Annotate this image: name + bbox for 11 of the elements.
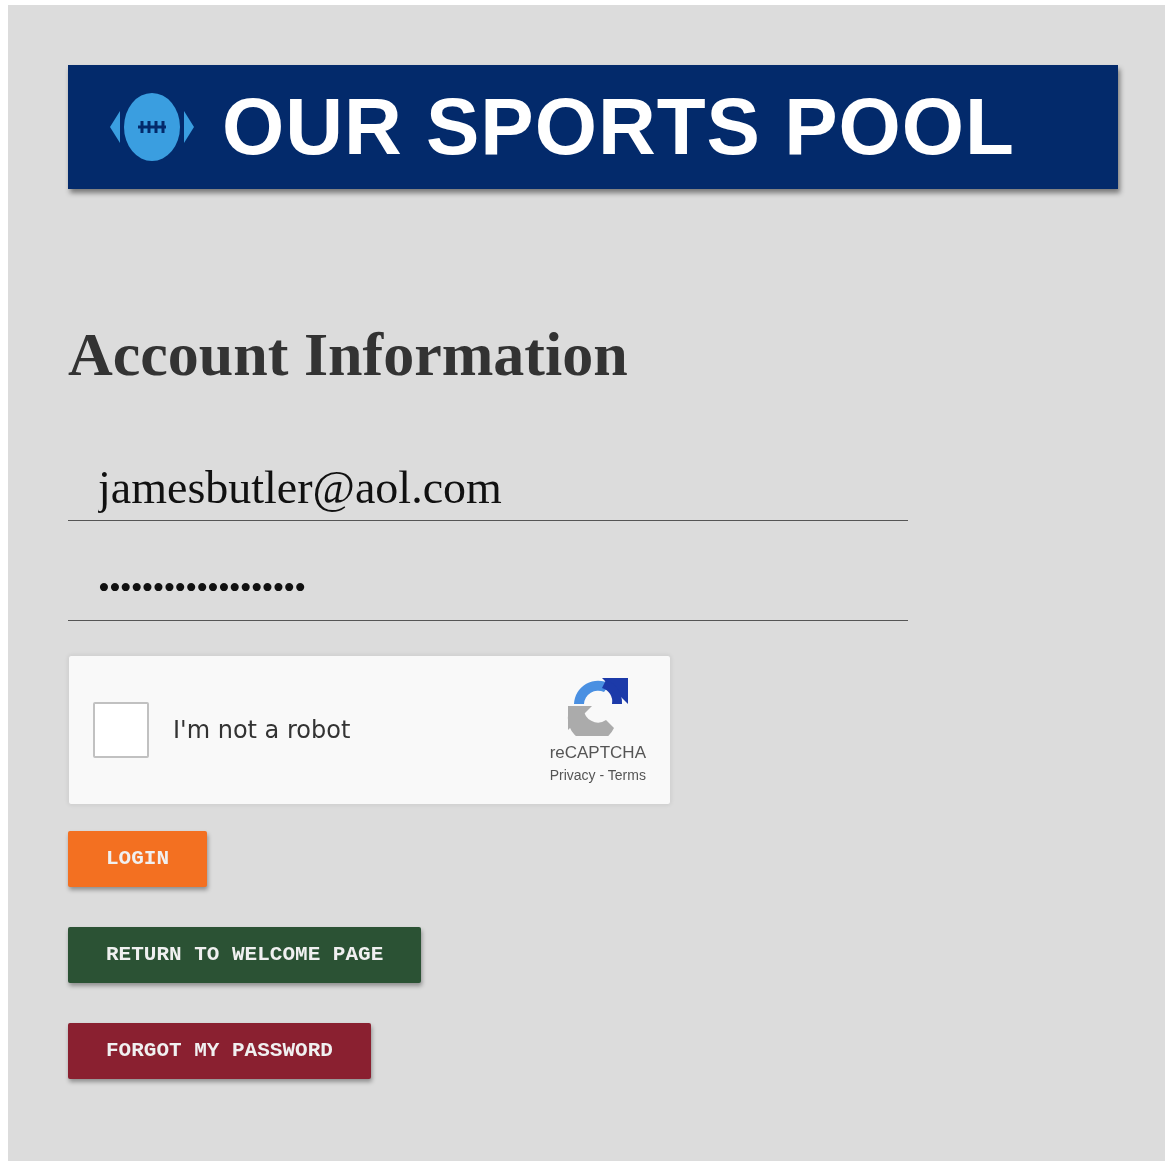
terms-link[interactable]: Terms [607, 767, 646, 784]
page-heading: Account Information [68, 323, 629, 385]
password-field[interactable]: ••••••••••••••••••• [68, 555, 908, 621]
captcha-label: I'm not a robot [173, 715, 351, 746]
return-button[interactable]: RETURN TO WELCOME PAGE [68, 927, 422, 983]
link-separator: - [599, 767, 605, 784]
privacy-link[interactable]: Privacy [549, 767, 596, 784]
captcha-checkbox[interactable] [93, 702, 149, 758]
forgot-button[interactable]: FORGOT MY PASSWORD [68, 1023, 371, 1079]
logo-text: OUR SPORTS POOL [222, 87, 1015, 167]
captcha-brand: reCAPTCHA [549, 741, 646, 764]
